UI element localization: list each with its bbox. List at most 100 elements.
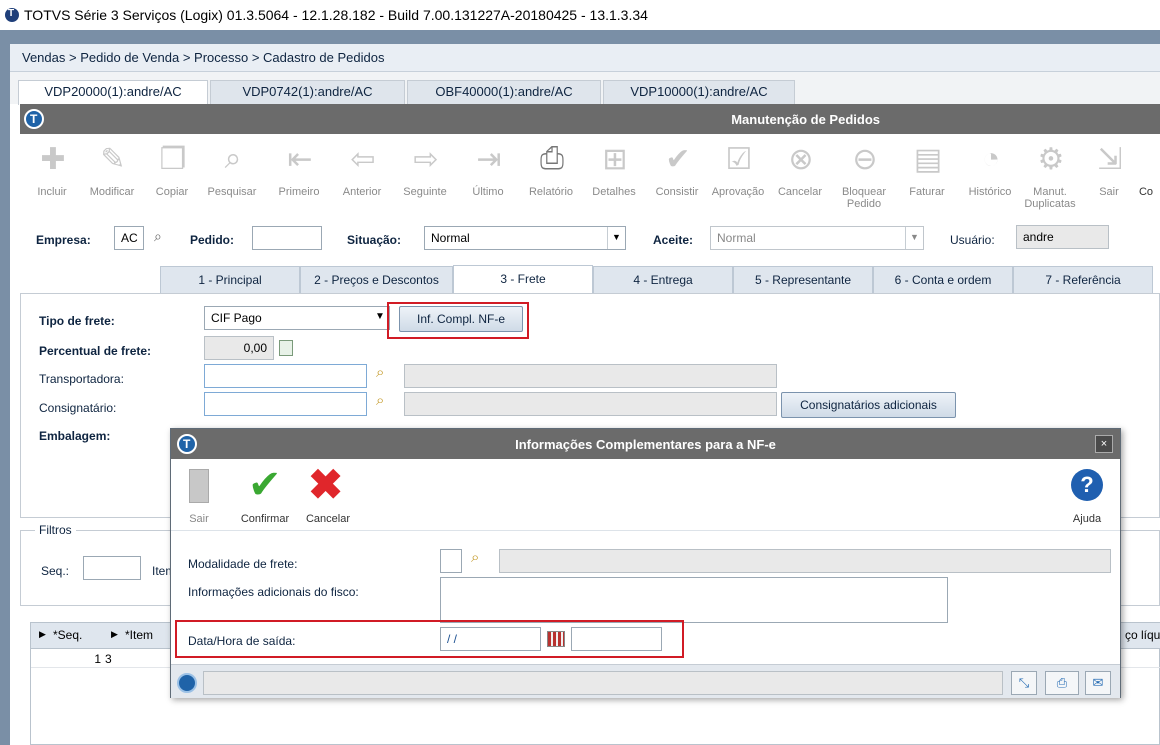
detalhes-button[interactable]: ⊞ Detalhes [582, 134, 646, 216]
breadcrumb: Vendas > Pedido de Venda > Processo > Ca… [10, 44, 1160, 72]
cancelar-button[interactable]: ⊗ Cancelar [768, 134, 832, 216]
info-fisco-textarea[interactable] [440, 577, 948, 623]
copiar-button[interactable]: ❐ Copiar [140, 134, 204, 216]
highlight-box [387, 302, 529, 339]
tab-representante[interactable]: 5 - Representante [733, 266, 873, 293]
chevron-down-icon: ▼ [607, 227, 625, 249]
exit-icon: ⇲ [1097, 142, 1123, 176]
seq-filter-label: Seq.: [41, 564, 70, 578]
faturar-button[interactable]: ▤ Faturar [895, 134, 959, 216]
order-header: Empresa: AC ⌕ Pedido: Situação: Normal ▼ … [20, 216, 1160, 264]
modificar-button[interactable]: ✎ Modificar [80, 134, 144, 216]
dialog-title: Informações Complementares para a NF-e [515, 437, 776, 452]
approval-icon: ☑ [725, 142, 753, 176]
modalidade-desc-field [499, 549, 1111, 573]
empresa-field[interactable]: AC [114, 226, 144, 250]
transportadora-field[interactable] [204, 364, 367, 388]
embalagem-label: Embalagem: [39, 429, 111, 443]
consignatarios-adicionais-button[interactable]: Consignatários adicionais [781, 392, 956, 418]
print-icon[interactable]: ⎙ [1045, 671, 1079, 695]
aceite-select[interactable]: Normal ▼ [710, 226, 924, 250]
modalidade-search-icon[interactable]: ⌕ [471, 549, 479, 566]
tab-principal[interactable]: 1 - Principal [160, 266, 300, 293]
consignatario-search-icon[interactable]: ⌕ [376, 392, 384, 409]
window-title: TOTVS Série 3 Serviços (Logix) 01.3.5064… [24, 7, 648, 23]
tab-precos-descontos[interactable]: 2 - Preços e Descontos [300, 266, 453, 293]
seguinte-button[interactable]: ⇨ Seguinte [393, 134, 457, 216]
usuario-field: andre [1016, 225, 1109, 249]
situacao-select[interactable]: Normal ▼ [424, 226, 626, 250]
calculator-icon[interactable] [279, 340, 293, 356]
anterior-button[interactable]: ⇦ Anterior [330, 134, 394, 216]
pedido-label: Pedido: [190, 233, 234, 247]
aceite-label: Aceite: [653, 233, 694, 247]
bloquear-pedido-button[interactable]: ⊖ Bloquear Pedido [832, 134, 896, 216]
tab-vdp0742[interactable]: VDP0742(1):andre/AC [210, 80, 405, 104]
tab-frete[interactable]: 3 - Frete [453, 265, 593, 293]
status-globe-icon [177, 673, 197, 693]
relatorio-button[interactable]: ⎙ Relatório [519, 134, 583, 216]
usuario-label: Usuário: [950, 233, 995, 247]
tab-obf40000[interactable]: OBF40000(1):andre/AC [407, 80, 601, 104]
transportadora-label: Transportadora: [39, 372, 124, 386]
primeiro-button[interactable]: ⇤ Primeiro [267, 134, 331, 216]
breadcrumb-text: Vendas > Pedido de Venda > Processo > Ca… [22, 50, 385, 65]
percentual-frete-label: Percentual de frete: [39, 344, 152, 358]
dialog-confirmar-button[interactable]: ✔ Confirmar [235, 463, 295, 529]
duplicates-icon: ⚙ [1037, 142, 1065, 176]
situacao-label: Situação: [347, 233, 402, 247]
edit-icon: ✎ [100, 142, 126, 176]
ultimo-button[interactable]: ⇥ Último [456, 134, 520, 216]
tab-vdp20000[interactable]: VDP20000(1):andre/AC [18, 80, 208, 105]
chat-icon[interactable]: ✉ [1085, 671, 1111, 695]
chevron-down-icon: ▼ [905, 227, 923, 249]
empresa-search-icon[interactable]: ⌕ [154, 228, 162, 245]
modalidade-frete-field[interactable] [440, 549, 462, 573]
block-icon: ⊖ [852, 142, 878, 176]
transportadora-name-field [404, 364, 777, 388]
tab-referencia[interactable]: 7 - Referência [1013, 266, 1153, 293]
pedido-field[interactable] [252, 226, 322, 250]
historico-button[interactable]: ◔ Histórico [958, 134, 1022, 216]
sort-icon: ▶ [39, 629, 46, 639]
add-icon: ✚ [40, 142, 66, 176]
help-icon: ? [1071, 469, 1103, 501]
transportadora-search-icon[interactable]: ⌕ [376, 364, 384, 381]
col-item[interactable]: *Item [125, 628, 153, 642]
tipo-frete-select[interactable]: CIF Pago ▼ [204, 306, 390, 330]
exit-icon [189, 469, 209, 503]
col-preco-liquido[interactable]: ço líqu [1125, 628, 1160, 642]
check-icon: ✔ [665, 142, 691, 176]
manut-duplicatas-button[interactable]: ⚙ Manut. Duplicatas [1018, 134, 1082, 216]
expand-icon[interactable]: ⤡ [1011, 671, 1037, 695]
col-seq[interactable]: *Seq. [53, 628, 82, 642]
details-icon: ⊞ [602, 142, 628, 176]
seq-filter-field[interactable] [83, 556, 141, 580]
incluir-button[interactable]: ✚ Incluir [20, 134, 84, 216]
aprovacao-button[interactable]: ☑ Aprovação [706, 134, 770, 216]
consignatario-field[interactable] [204, 392, 367, 416]
order-tabs: 1 - Principal 2 - Preços e Descontos 3 -… [20, 264, 1160, 294]
dialog-body: Modalidade de frete: ⌕ Informações adici… [171, 532, 1120, 663]
main-toolbar: ✚ Incluir ✎ Modificar ❐ Copiar ⌕ Pesquisar ⇤… [20, 134, 1160, 216]
cancel-icon: ⊗ [788, 142, 814, 176]
status-message-field [203, 671, 1003, 695]
history-icon: ◔ [981, 142, 1001, 175]
more-button[interactable]: Co [1132, 134, 1160, 216]
consistir-button[interactable]: ✔ Consistir [645, 134, 709, 216]
row-item: 3 [105, 652, 112, 666]
dialog-sair-button[interactable]: Sair [181, 463, 217, 529]
window-titlebar: TOTVS Série 3 Serviços (Logix) 01.3.5064… [0, 0, 1160, 30]
close-button[interactable]: × [1095, 435, 1113, 453]
dialog-cancelar-button[interactable]: ✖ Cancelar [301, 463, 355, 529]
nfe-info-dialog: Informações Complementares para a NF-e ×… [170, 428, 1121, 698]
tab-vdp10000[interactable]: VDP10000(1):andre/AC [603, 80, 795, 104]
consignatario-name-field [404, 392, 777, 416]
tab-conta-ordem[interactable]: 6 - Conta e ordem [873, 266, 1013, 293]
dialog-ajuda-button[interactable]: ? Ajuda [1067, 463, 1107, 529]
pesquisar-button[interactable]: ⌕ Pesquisar [200, 134, 264, 216]
program-tabs: VDP20000(1):andre/AC VDP0742(1):andre/AC… [10, 72, 1160, 105]
tab-entrega[interactable]: 4 - Entrega [593, 266, 733, 293]
next-icon: ⇨ [413, 142, 439, 176]
highlight-box [175, 620, 684, 658]
